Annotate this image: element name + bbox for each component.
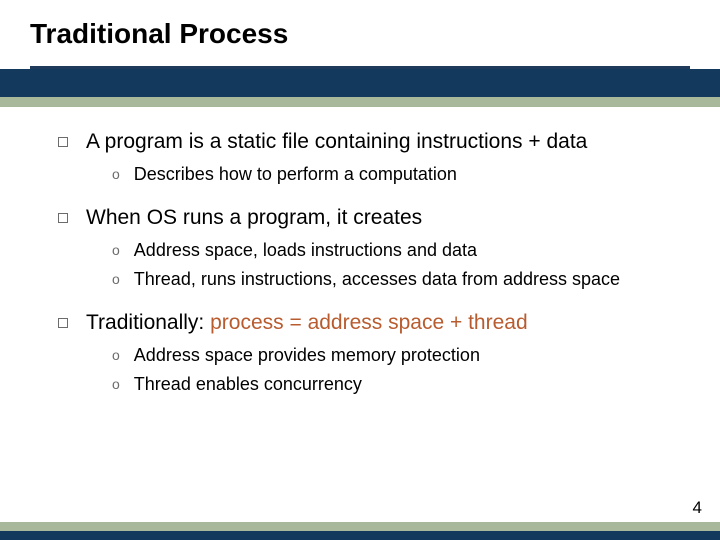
header-bands xyxy=(0,69,720,107)
slide-title: Traditional Process xyxy=(30,18,690,50)
sub-item: o Thread enables concurrency xyxy=(112,373,680,396)
square-bullet-icon xyxy=(58,137,68,147)
circle-bullet-icon: o xyxy=(112,344,120,366)
sub-text: Address space provides memory protection xyxy=(134,344,480,367)
circle-bullet-icon: o xyxy=(112,373,120,395)
sub-item: o Address space provides memory protecti… xyxy=(112,344,680,367)
bullet-2-subs: o Address space, loads instructions and … xyxy=(112,239,680,292)
bullet-2-text: When OS runs a program, it creates xyxy=(86,205,422,231)
sub-text: Thread enables concurrency xyxy=(134,373,362,396)
footer-band-navy xyxy=(0,531,720,540)
bullet-1-text: A program is a static file containing in… xyxy=(86,129,587,155)
sub-item: o Thread, runs instructions, accesses da… xyxy=(112,268,680,291)
bullet-1: A program is a static file containing in… xyxy=(58,129,680,155)
square-bullet-icon xyxy=(58,213,68,223)
title-block: Traditional Process xyxy=(0,0,720,60)
bullet-1-subs: o Describes how to perform a computation xyxy=(112,163,680,186)
bullet-3: Traditionally: process = address space +… xyxy=(58,310,680,336)
bullet-3-pre: Traditionally: xyxy=(86,311,210,334)
bullet-3-accent: process = address space + thread xyxy=(210,311,528,334)
content-area: A program is a static file containing in… xyxy=(0,107,720,397)
circle-bullet-icon: o xyxy=(112,163,120,185)
footer-band-sage xyxy=(0,522,720,531)
circle-bullet-icon: o xyxy=(112,239,120,261)
sub-text: Address space, loads instructions and da… xyxy=(134,239,477,262)
page-number: 4 xyxy=(693,498,702,518)
band-sage xyxy=(0,97,720,107)
sub-item: o Describes how to perform a computation xyxy=(112,163,680,186)
band-navy xyxy=(0,69,720,97)
bullet-2: When OS runs a program, it creates xyxy=(58,205,680,231)
slide: Traditional Process A program is a stati… xyxy=(0,0,720,540)
square-bullet-icon xyxy=(58,318,68,328)
sub-text: Thread, runs instructions, accesses data… xyxy=(134,268,620,291)
sub-text: Describes how to perform a computation xyxy=(134,163,457,186)
bullet-3-text: Traditionally: process = address space +… xyxy=(86,310,528,336)
circle-bullet-icon: o xyxy=(112,268,120,290)
bullet-3-subs: o Address space provides memory protecti… xyxy=(112,344,680,397)
sub-item: o Address space, loads instructions and … xyxy=(112,239,680,262)
